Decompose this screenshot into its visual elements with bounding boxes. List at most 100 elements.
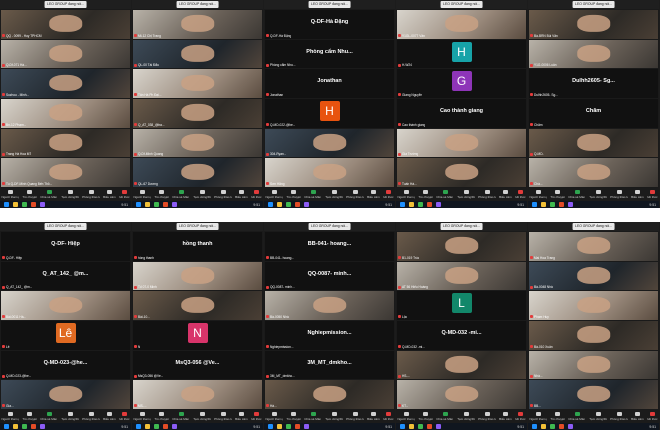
chat-button[interactable]: Trò chuyện bbox=[418, 190, 433, 199]
start-icon[interactable] bbox=[136, 424, 141, 429]
participant-tile[interactable]: Nhà... bbox=[529, 350, 658, 380]
start-icon[interactable] bbox=[268, 424, 273, 429]
participant-tile[interactable]: Chăm Chăm bbox=[529, 98, 658, 128]
end-button[interactable]: Kết thúc bbox=[383, 412, 394, 421]
participant-tile[interactable]: 304-Ryan... bbox=[265, 128, 394, 158]
start-icon[interactable] bbox=[400, 424, 405, 429]
chat-button[interactable]: Trò chuyện bbox=[22, 190, 37, 199]
explorer-icon[interactable] bbox=[145, 424, 150, 429]
end-button[interactable]: Kết thúc bbox=[251, 190, 262, 199]
participant-tile[interactable]: QL-67 Dương bbox=[133, 158, 262, 187]
reactions-button[interactable]: Biểu cảm bbox=[499, 190, 512, 199]
office-icon[interactable] bbox=[31, 202, 36, 207]
participants-button[interactable]: Người tham gia bbox=[1, 412, 19, 421]
participant-tile[interactable]: Q-MD- bbox=[529, 128, 658, 158]
explorer-icon[interactable] bbox=[13, 202, 18, 207]
zoom-icon[interactable] bbox=[304, 202, 309, 207]
start-icon[interactable] bbox=[268, 202, 273, 207]
end-button[interactable]: Kết thúc bbox=[647, 412, 658, 421]
participant-tile[interactable]: Phạm Huy bbox=[529, 291, 658, 320]
breakout-button[interactable]: Phòng thảo luận bbox=[82, 412, 100, 421]
reactions-button[interactable]: Biểu cảm bbox=[235, 412, 248, 421]
reactions-button[interactable]: Biểu cảm bbox=[367, 190, 380, 199]
zoom-icon[interactable] bbox=[40, 424, 45, 429]
office-icon[interactable] bbox=[31, 424, 36, 429]
chrome-icon[interactable] bbox=[154, 202, 159, 207]
participants-button[interactable]: Người tham gia bbox=[529, 190, 547, 199]
reactions-button[interactable]: Biểu cảm bbox=[499, 412, 512, 421]
zoom-icon[interactable] bbox=[172, 424, 177, 429]
participant-tile[interactable]: Gia... bbox=[1, 380, 130, 409]
share-screen-button[interactable]: Chia sẻ Màn hình bbox=[436, 190, 454, 199]
participant-tile[interactable]: MS-... bbox=[133, 380, 262, 409]
explorer-icon[interactable] bbox=[277, 424, 282, 429]
share-screen-button[interactable]: Chia sẻ Màn hình bbox=[40, 190, 58, 199]
breakout-button[interactable]: Phòng thảo luận bbox=[82, 190, 100, 199]
explorer-icon[interactable] bbox=[13, 424, 18, 429]
participant-tile[interactable]: Tuấn Hà... bbox=[397, 158, 526, 187]
reactions-button[interactable]: Biểu cảm bbox=[631, 412, 644, 421]
record-button[interactable]: Tạm dừng/Dừng ghi hình bbox=[457, 412, 475, 421]
record-button[interactable]: Tạm dừng/Dừng ghi hình bbox=[589, 412, 607, 421]
participant-tile[interactable]: Sơn Hằng bbox=[265, 158, 394, 187]
record-button[interactable]: Tạm dừng/Dừng ghi hình bbox=[589, 190, 607, 199]
chrome-icon[interactable] bbox=[286, 202, 291, 207]
start-icon[interactable] bbox=[532, 202, 537, 207]
breakout-button[interactable]: Phòng thảo luận bbox=[478, 412, 496, 421]
participant-tile[interactable]: Y1GL-0077 Vân bbox=[397, 10, 526, 39]
participant-tile[interactable]: HS-... bbox=[397, 350, 526, 380]
explorer-icon[interactable] bbox=[409, 202, 414, 207]
zoom-icon[interactable] bbox=[436, 202, 441, 207]
start-icon[interactable] bbox=[532, 424, 537, 429]
share-screen-button[interactable]: Chia sẻ Màn hình bbox=[304, 412, 322, 421]
participant-tile[interactable]: Q-MD-023-@he... Q-MD-023-@he... bbox=[1, 350, 130, 380]
participant-tile[interactable]: QL-00 Tài Đẩu bbox=[133, 39, 262, 69]
office-icon[interactable] bbox=[559, 202, 564, 207]
breakout-button[interactable]: Phòng thảo luận bbox=[610, 412, 628, 421]
chrome-icon[interactable] bbox=[418, 202, 423, 207]
end-button[interactable]: Kết thúc bbox=[647, 190, 658, 199]
participant-tile[interactable]: Bà-010 Xuân bbox=[529, 320, 658, 350]
participant-tile[interactable]: Trang Hà Hoa MT bbox=[1, 128, 130, 158]
breakout-button[interactable]: Phòng thảo luận bbox=[478, 190, 496, 199]
chat-button[interactable]: Trò chuyện bbox=[550, 190, 565, 199]
participant-tile[interactable]: NN bbox=[133, 320, 262, 350]
participant-tile[interactable]: Lê Lê bbox=[1, 320, 130, 350]
participant-tile[interactable]: Bn-12 Phạm... bbox=[1, 98, 130, 128]
participants-button[interactable]: Người tham gia bbox=[265, 412, 283, 421]
zoom-icon[interactable] bbox=[436, 424, 441, 429]
chrome-icon[interactable] bbox=[550, 202, 555, 207]
chat-button[interactable]: Trò chuyện bbox=[286, 190, 301, 199]
start-icon[interactable] bbox=[400, 202, 405, 207]
breakout-button[interactable]: Phòng thảo luận bbox=[346, 190, 364, 199]
participant-tile[interactable]: BB... bbox=[529, 380, 658, 409]
chrome-icon[interactable] bbox=[22, 424, 27, 429]
participant-tile[interactable]: Bà-0050 Nhà bbox=[265, 291, 394, 320]
participant-tile[interactable]: Q-DF-Hà Đặng Q-DF-Hà Đặng bbox=[265, 10, 394, 39]
participant-tile[interactable]: KT... bbox=[397, 380, 526, 409]
office-icon[interactable] bbox=[295, 202, 300, 207]
record-button[interactable]: Tạm dừng/Dừng ghi hình bbox=[325, 412, 343, 421]
breakout-button[interactable]: Phòng thảo luận bbox=[346, 412, 364, 421]
participant-tile[interactable]: H H-W24 bbox=[397, 39, 526, 69]
chat-button[interactable]: Trò chuyện bbox=[22, 412, 37, 421]
participant-tile[interactable]: QQ - 0099 - Huy TPHCM bbox=[1, 10, 130, 39]
chat-button[interactable]: Trò chuyện bbox=[286, 412, 301, 421]
participants-button[interactable]: Người tham gia bbox=[133, 190, 151, 199]
breakout-button[interactable]: Phòng thảo luận bbox=[610, 190, 628, 199]
reactions-button[interactable]: Biểu cảm bbox=[235, 190, 248, 199]
reactions-button[interactable]: Biểu cảm bbox=[103, 190, 116, 199]
zoom-icon[interactable] bbox=[304, 424, 309, 429]
participant-tile[interactable]: Tân Hà Ph Đại... bbox=[133, 69, 262, 98]
participant-tile[interactable]: Jonathan Jonathan bbox=[265, 69, 394, 98]
participants-button[interactable]: Người tham gia bbox=[133, 412, 151, 421]
participant-tile[interactable]: Dulhh2605- Sg... Dulhh2605- Sg... bbox=[529, 69, 658, 98]
participant-tile[interactable]: Suzhou - Minh... bbox=[1, 69, 130, 98]
chrome-icon[interactable] bbox=[418, 424, 423, 429]
zoom-icon[interactable] bbox=[568, 202, 573, 207]
chat-button[interactable]: Trò chuyện bbox=[550, 412, 565, 421]
participant-tile[interactable]: AT 56 Hiếu Hoàng bbox=[397, 261, 526, 291]
participant-tile[interactable]: hồng thanh hồng thanh bbox=[133, 232, 262, 261]
end-button[interactable]: Kết thúc bbox=[119, 190, 130, 199]
participant-tile[interactable]: Bài-10... bbox=[133, 291, 262, 320]
